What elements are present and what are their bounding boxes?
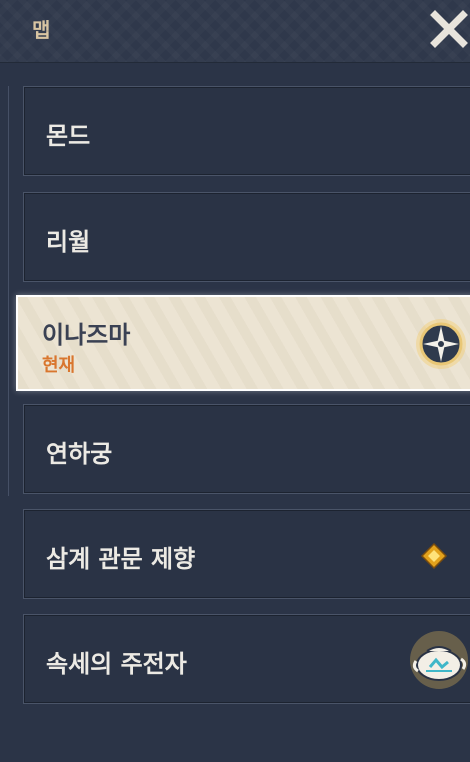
header-bar: 맵: [0, 0, 470, 63]
map-item-inazuma[interactable]: 이나즈마 현재: [16, 295, 470, 391]
map-item-label: 속세의 주전자: [46, 650, 187, 678]
map-item-label: 몬드: [46, 122, 91, 150]
map-item-serenitea-pot[interactable]: 속세의 주전자: [23, 614, 470, 704]
map-item-chasm[interactable]: 삼계 관문 제향: [23, 509, 470, 599]
teapot-icon: [410, 631, 468, 689]
current-indicator: 현재: [42, 355, 76, 376]
list-divider: [0, 86, 9, 496]
diamond-marker-icon: [420, 542, 448, 570]
map-item-mondstadt[interactable]: 몬드: [23, 86, 470, 176]
compass-icon: [416, 319, 466, 369]
map-item-label: 리월: [46, 228, 91, 256]
page-title: 맵: [32, 18, 51, 42]
map-item-label: 삼계 관문 제향: [46, 545, 196, 573]
map-item-liyue[interactable]: 리월: [23, 192, 470, 282]
map-item-enkanomiya[interactable]: 연하궁: [23, 404, 470, 494]
close-icon: [430, 10, 468, 48]
close-button[interactable]: [430, 10, 468, 48]
map-item-label: 연하궁: [46, 440, 113, 468]
map-item-label: 이나즈마: [42, 321, 131, 349]
